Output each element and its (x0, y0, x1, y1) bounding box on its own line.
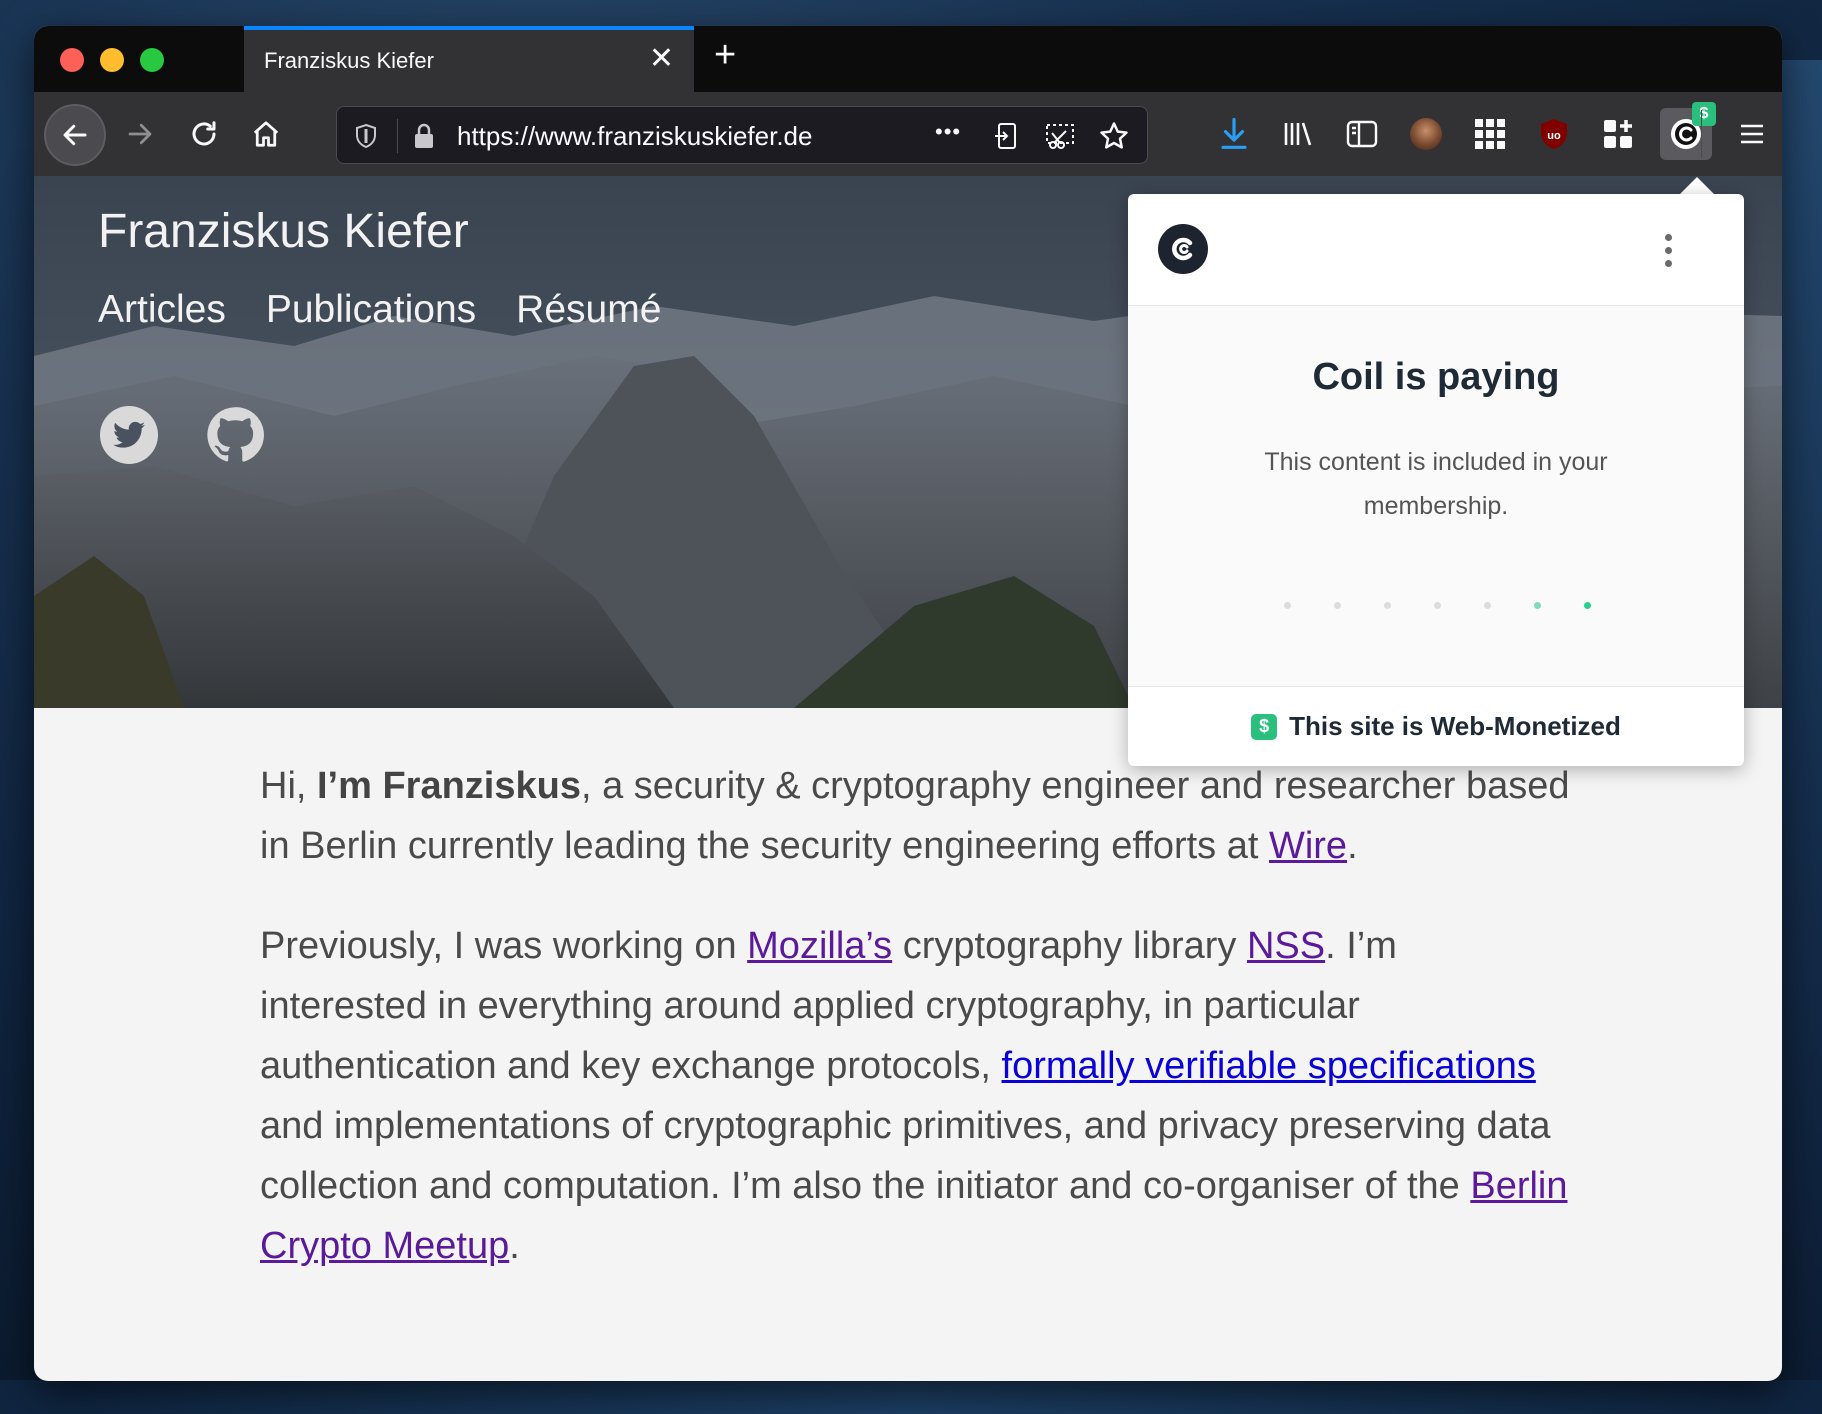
home-button[interactable] (238, 106, 294, 162)
account-avatar-icon[interactable] (1404, 112, 1448, 156)
nav-link-resume[interactable]: Résumé (516, 288, 661, 332)
popup-body: Coil is paying This content is included … (1128, 306, 1744, 686)
reload-icon (192, 121, 216, 146)
desktop-background-right (1780, 60, 1822, 1414)
intro-paragraph: Hi, I’m Franziskus, a security & cryptog… (260, 756, 1570, 876)
screenshot-icon[interactable] (1043, 119, 1077, 153)
nav-link-publications[interactable]: Publications (266, 288, 476, 332)
shield-icon[interactable] (349, 119, 383, 153)
github-link[interactable] (206, 406, 264, 464)
svg-text:uo: uo (1547, 130, 1561, 142)
close-window-button[interactable] (60, 48, 84, 72)
progress-dot (1534, 602, 1541, 609)
popup-description: This content is included in your members… (1264, 448, 1608, 520)
navigation-toolbar: https://www.franziskuskiefer.de ••• uo $ (34, 92, 1782, 176)
new-tab-button[interactable]: + (714, 36, 736, 74)
maximize-window-button[interactable] (140, 48, 164, 72)
coil-logo-icon (1158, 224, 1208, 274)
toolbar-separator (1701, 110, 1702, 158)
monetized-badge: $ (1692, 102, 1716, 126)
sidebar-icon[interactable] (1340, 112, 1384, 156)
desktop-background-bottom (0, 1380, 1822, 1414)
link-mozilla[interactable]: Mozilla’s (747, 925, 892, 967)
link-nss[interactable]: NSS (1247, 925, 1325, 967)
arrow-right-icon (128, 123, 152, 145)
site-navigation: Articles Publications Résumé (98, 288, 661, 332)
tab-active[interactable]: Franziskus Kiefer ✕ (244, 26, 694, 92)
popup-header (1128, 194, 1744, 306)
browser-window: Franziskus Kiefer ✕ + https://www.franzi… (34, 26, 1782, 1381)
main-content: Hi, I’m Franziskus, a security & cryptog… (260, 756, 1570, 1316)
tab-close-icon[interactable]: ✕ (649, 44, 674, 74)
home-icon (253, 121, 279, 147)
link-wire[interactable]: Wire (1269, 825, 1347, 867)
nav-link-articles[interactable]: Articles (98, 288, 226, 332)
reload-button[interactable] (176, 106, 232, 162)
send-tab-icon[interactable] (989, 119, 1023, 153)
popup-footer: $ This site is Web-Monetized (1128, 686, 1744, 766)
apps-grid-icon[interactable] (1468, 112, 1512, 156)
progress-dot (1584, 602, 1591, 609)
progress-dot (1484, 602, 1491, 609)
address-bar[interactable]: https://www.franziskuskiefer.de ••• (336, 106, 1148, 164)
address-separator (397, 119, 398, 153)
library-icon[interactable] (1276, 112, 1320, 156)
popup-title: Coil is paying (1312, 356, 1560, 398)
twitter-icon (113, 421, 145, 448)
minimize-window-button[interactable] (100, 48, 124, 72)
add-grid-icon[interactable] (1596, 112, 1640, 156)
progress-dot (1284, 602, 1291, 609)
text: and implementations of cryptographic pri… (260, 1105, 1551, 1207)
ublock-origin-icon[interactable]: uo (1532, 112, 1576, 156)
github-icon (207, 407, 264, 462)
link-formally-verifiable-specifications[interactable]: formally verifiable specifications (1002, 1045, 1536, 1087)
progress-dot (1384, 602, 1391, 609)
coil-extension-button[interactable]: $ (1660, 102, 1716, 160)
text: Previously, I was working on (260, 925, 748, 967)
tab-strip: Franziskus Kiefer ✕ + (34, 26, 1782, 92)
payment-progress-indicator (1284, 602, 1591, 609)
lock-icon[interactable] (407, 119, 441, 153)
arrow-left-icon (63, 124, 87, 146)
page-actions-icon[interactable]: ••• (935, 119, 961, 145)
progress-dot (1434, 602, 1441, 609)
progress-dot (1334, 602, 1341, 609)
tab-title: Franziskus Kiefer (264, 48, 434, 73)
twitter-link[interactable] (100, 406, 158, 464)
text: Hi, (260, 765, 317, 807)
more-options-icon[interactable] (1665, 234, 1672, 267)
site-title[interactable]: Franziskus Kiefer (98, 204, 469, 259)
text: . (1347, 825, 1358, 867)
back-button[interactable] (44, 104, 106, 166)
bookmark-star-icon[interactable] (1097, 119, 1131, 153)
coil-popup: Coil is paying This content is included … (1128, 194, 1744, 766)
web-monetized-label: This site is Web-Monetized (1289, 711, 1621, 741)
downloads-icon[interactable] (1212, 112, 1256, 156)
url-text[interactable]: https://www.franziskuskiefer.de (457, 121, 812, 152)
bold-name: I’m Franziskus (317, 765, 581, 807)
text: cryptography library (892, 925, 1247, 967)
forward-button[interactable] (112, 106, 168, 162)
dollar-icon: $ (1251, 713, 1278, 740)
menu-icon[interactable] (1730, 112, 1774, 156)
text: . (509, 1225, 520, 1267)
background-paragraph: Previously, I was working on Mozilla’s c… (260, 916, 1570, 1276)
